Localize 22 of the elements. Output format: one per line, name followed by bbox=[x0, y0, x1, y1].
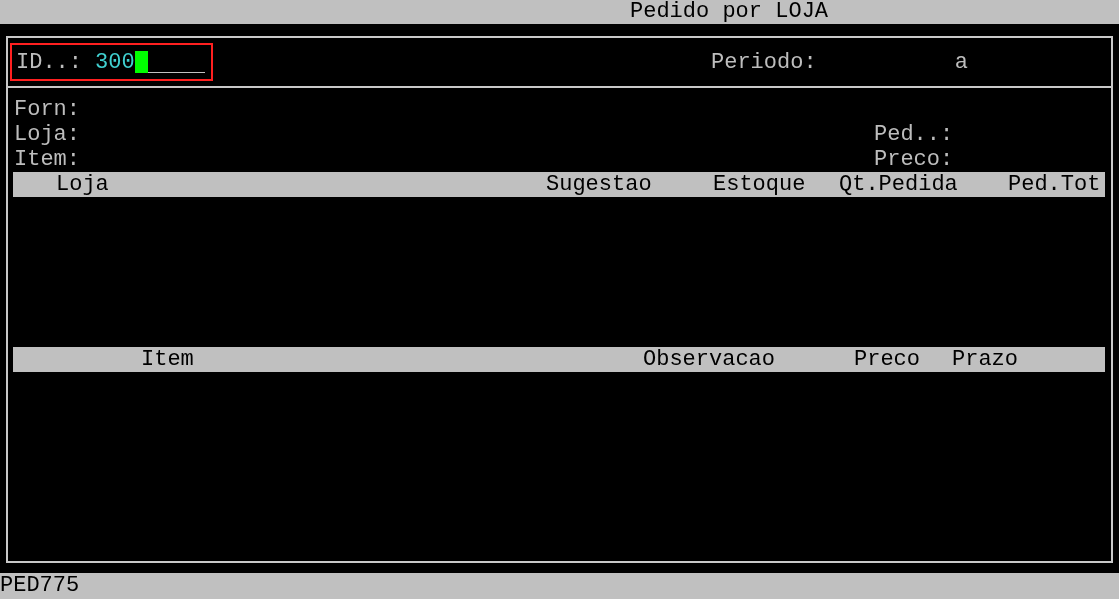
field-label: Forn: bbox=[14, 97, 80, 122]
id-label: ID..: bbox=[16, 49, 82, 75]
column-header: Ped.Tot bbox=[1008, 172, 1101, 197]
column-header: Sugestao bbox=[546, 172, 652, 197]
column-header: Loja bbox=[56, 172, 109, 197]
field-label: Loja: bbox=[14, 122, 80, 147]
column-header: Prazo bbox=[952, 347, 1018, 372]
program-code: PED775 bbox=[0, 573, 80, 598]
window-title: Pedido por LOJA bbox=[630, 0, 829, 24]
column-header: Preco bbox=[854, 347, 920, 372]
field-label: Item: bbox=[14, 147, 80, 172]
field-label: Ped..: bbox=[874, 122, 955, 147]
id-field[interactable]: ID..: 300 bbox=[10, 43, 213, 81]
column-header: Observacao bbox=[643, 347, 776, 372]
period-label: Periodo: bbox=[711, 49, 817, 75]
id-value: 300 bbox=[95, 49, 135, 75]
column-header: Item bbox=[141, 347, 194, 372]
text-cursor bbox=[134, 51, 148, 73]
column-header: Qt.Pedida bbox=[839, 172, 958, 197]
column-header: Estoque bbox=[713, 172, 806, 197]
period-separator: a bbox=[954, 49, 968, 75]
field-label: Preco: bbox=[874, 147, 955, 172]
